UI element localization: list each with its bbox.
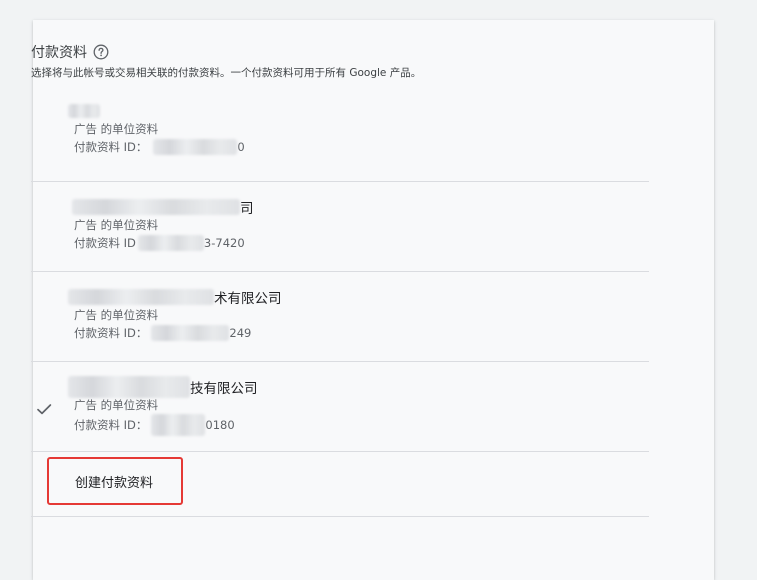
- payment-profile-item-3[interactable]: 术有限公司 广告 的单位资料 付款资料 ID： 249: [31, 272, 649, 362]
- profile-type: 广告 的单位资料: [74, 122, 159, 136]
- page-title: 付款资料: [31, 45, 87, 61]
- checkmark-icon: [35, 400, 53, 418]
- payment-profile-item-4[interactable]: 技有限公司 广告 的单位资料 付款资料 ID： 0180: [31, 362, 649, 452]
- profile-name: 术有限公司: [68, 288, 282, 307]
- profile-text: 司 广告 的单位资料 付款资料 ID 3-7420: [72, 198, 254, 252]
- profile-name: 技有限公司: [68, 376, 258, 398]
- create-profile-row: 创建付款资料: [31, 452, 649, 517]
- profile-id: 付款资料 ID： 0180: [74, 414, 258, 436]
- profile-id: 付款资料 ID： 0: [74, 139, 245, 155]
- profile-type: 广告 的单位资料: [74, 398, 159, 412]
- profile-text: 广告 的单位资料 付款资料 ID： 0: [68, 104, 245, 156]
- profile-type: 广告 的单位资料: [74, 308, 159, 322]
- payment-profile-item-2[interactable]: 司 广告 的单位资料 付款资料 ID 3-7420: [31, 182, 649, 272]
- create-payment-profile-button[interactable]: 创建付款资料: [47, 457, 183, 505]
- profile-text: 技有限公司 广告 的单位资料 付款资料 ID： 0180: [68, 376, 258, 436]
- redacted-name: [68, 289, 214, 305]
- payment-profile-list: 广告 的单位资料 付款资料 ID： 0 司 广告 的单位资料 付款资料 ID 3…: [31, 93, 649, 517]
- profile-name: [68, 104, 245, 118]
- redacted-id: [151, 414, 206, 436]
- profile-type: 广告 的单位资料: [74, 218, 159, 232]
- profile-text: 术有限公司 广告 的单位资料 付款资料 ID： 249: [68, 288, 282, 342]
- redacted-id: [153, 139, 238, 155]
- redacted-id: [137, 235, 204, 251]
- profile-name: 司: [72, 198, 254, 217]
- redacted-name: [72, 199, 240, 215]
- page-subtitle: 选择将与此帐号或交易相关联的付款资料。一个付款资料可用于所有 Google 产品…: [31, 67, 422, 79]
- payment-profile-header: 付款资料 选择将与此帐号或交易相关联的付款资料。一个付款资料可用于所有 Goog…: [31, 42, 651, 80]
- redacted-name: [68, 376, 190, 398]
- payment-profile-item-1[interactable]: 广告 的单位资料 付款资料 ID： 0: [31, 93, 649, 182]
- title-row: 付款资料: [31, 42, 651, 62]
- profile-id: 付款资料 ID： 249: [74, 325, 252, 341]
- profile-id: 付款资料 ID 3-7420: [74, 235, 245, 251]
- redacted-id: [151, 325, 230, 341]
- redacted-name: [68, 104, 100, 118]
- help-circle-icon[interactable]: [93, 44, 109, 60]
